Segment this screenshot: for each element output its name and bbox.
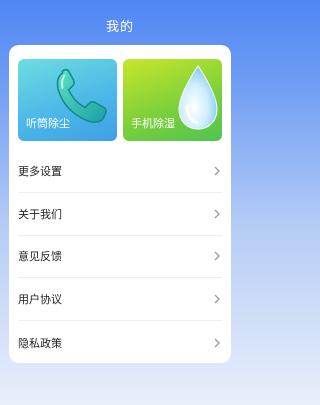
page-title: 我的: [105, 20, 134, 35]
menu-item-privacy-policy[interactable]: 隐私政策: [18, 321, 222, 364]
chevron-right-icon: [214, 252, 220, 261]
earpiece-dust-removal-tile[interactable]: 听筒除尘: [18, 59, 117, 141]
chevron-right-icon: [214, 338, 220, 348]
water-drop-icon: [178, 65, 218, 130]
menu-item-label: 关于我们: [18, 207, 62, 221]
tile-label: 手机除湿: [131, 117, 175, 130]
settings-menu: 更多设置 关于我们 意见反馈 用户协议 隐私政策: [18, 150, 222, 364]
chevron-right-icon: [214, 166, 220, 176]
menu-item-label: 用户协议: [18, 293, 62, 307]
feature-tiles: 听筒除尘 手机除湿: [18, 59, 222, 141]
settings-card: 听筒除尘 手机除湿 更多设置 关于我们 意见反馈 用户协议 隐私政策: [9, 45, 231, 363]
chevron-right-icon: [214, 294, 220, 304]
tile-label: 听筒除尘: [26, 117, 70, 130]
menu-item-about-us[interactable]: 关于我们: [18, 193, 222, 236]
menu-item-label: 更多设置: [18, 164, 62, 178]
chevron-right-icon: [214, 209, 220, 219]
phone-dehumidify-tile[interactable]: 手机除湿: [123, 59, 222, 141]
menu-item-user-agreement[interactable]: 用户协议: [18, 278, 222, 322]
menu-item-feedback[interactable]: 意见反馈: [18, 236, 222, 279]
menu-item-label: 意见反馈: [18, 250, 62, 264]
menu-item-more-settings[interactable]: 更多设置: [18, 150, 222, 193]
menu-item-label: 隐私政策: [18, 336, 62, 350]
